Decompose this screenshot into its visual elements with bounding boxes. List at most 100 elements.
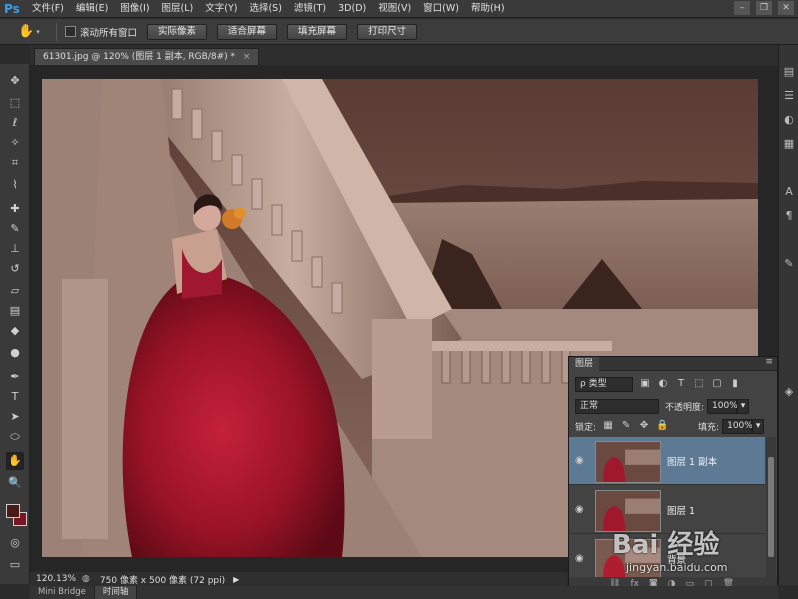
hand-tool-icon[interactable]: ✋ — [6, 452, 24, 470]
filter-kind-select[interactable]: ρ 类型 — [575, 376, 633, 392]
layer-name[interactable]: 背景 — [667, 552, 686, 566]
minimize-button[interactable]: – — [734, 1, 750, 15]
gradient-tool-icon[interactable]: ▤ — [6, 302, 24, 320]
zoom-tool-icon[interactable]: 🔍 — [6, 474, 24, 492]
menu-window[interactable]: 窗口(W) — [417, 0, 465, 18]
layers-panel: 图层 ≡ ρ 类型 ▣ ◐ T ⬚ ▢ ▮ 正常 不透明度: 100% ▾ 锁定… — [568, 356, 778, 590]
clone-stamp-tool-icon[interactable]: ⊥ — [6, 240, 24, 258]
divider — [56, 22, 57, 41]
opacity-slider-button[interactable]: ▾ — [737, 398, 750, 414]
scroll-all-checkbox[interactable] — [65, 26, 76, 37]
pixel-filter-icon[interactable]: ▣ — [639, 378, 651, 390]
fill-input[interactable]: 100% — [722, 418, 753, 434]
document-tab[interactable]: 61301.jpg @ 120% (图层 1 副本, RGB/8#) * × — [34, 48, 260, 65]
tab-timeline[interactable]: 时间轴 — [94, 586, 138, 599]
visibility-eye-icon[interactable]: ◉ — [575, 504, 587, 516]
paragraph-panel-icon[interactable]: ¶ — [782, 209, 796, 223]
status-bar: 120.13% ◍ 750 像素 x 500 像素 (72 ppi) ▶ — [30, 572, 566, 586]
close-tab-icon[interactable]: × — [243, 52, 251, 62]
visibility-eye-icon[interactable]: ◉ — [575, 455, 587, 467]
quick-mask-icon[interactable]: ◎ — [6, 534, 24, 552]
lasso-tool-icon[interactable]: ℓ — [6, 114, 24, 132]
fill-label: 填充: — [698, 422, 720, 433]
layer-row[interactable]: ◉ 背景 — [569, 535, 765, 577]
history-brush-tool-icon[interactable]: ↺ — [6, 260, 24, 278]
screen-mode-icon[interactable]: ▭ — [6, 556, 24, 574]
blur-tool-icon[interactable]: ◆ — [6, 322, 24, 340]
history-panel-icon[interactable]: ▤ — [782, 65, 796, 79]
fill-slider-button[interactable]: ▾ — [752, 418, 765, 434]
layer-thumbnail — [595, 490, 661, 532]
scrollbar-thumb[interactable] — [768, 457, 774, 557]
type-tool-icon[interactable]: T — [6, 388, 24, 406]
options-bar: ✋ ▾ 滚动所有窗口 实际像素 适合屏幕 填充屏幕 打印尺寸 — [0, 19, 798, 45]
character-panel-icon[interactable]: A — [782, 185, 796, 199]
layer-name[interactable]: 图层 1 副本 — [667, 454, 717, 468]
lock-label: 锁定: — [575, 422, 597, 433]
lock-image-icon[interactable]: ✎ — [620, 420, 632, 432]
visibility-eye-icon[interactable]: ◉ — [575, 553, 587, 565]
status-menu-arrow-icon[interactable]: ▶ — [233, 575, 239, 584]
brush-tool-icon[interactable]: ✎ — [6, 220, 24, 238]
layer-name[interactable]: 图层 1 — [667, 503, 695, 517]
document-tab-title: 61301.jpg @ 120% (图层 1 副本, RGB/8#) * — [43, 52, 235, 62]
marquee-tool-icon[interactable]: ⬚ — [6, 94, 24, 112]
healing-brush-tool-icon[interactable]: ✚ — [6, 200, 24, 218]
adjustments-panel-icon[interactable]: ◐ — [782, 113, 796, 127]
filter-toggle-icon[interactable]: ▮ — [729, 378, 741, 390]
menu-3d[interactable]: 3D(D) — [332, 0, 372, 18]
panel-menu-icon[interactable]: ≡ — [765, 357, 773, 367]
menu-edit[interactable]: 编辑(E) — [70, 0, 114, 18]
blend-mode-row: 正常 不透明度: 100% ▾ — [569, 395, 777, 417]
menu-view[interactable]: 视图(V) — [372, 0, 417, 18]
shape-tool-icon[interactable]: ⬭ — [6, 428, 24, 446]
zoom-level[interactable]: 120.13% — [30, 574, 82, 584]
lock-all-icon[interactable]: 🔒 — [656, 420, 668, 432]
bottom-panel-tabs: Mini Bridge 时间轴 — [30, 586, 778, 599]
menu-type[interactable]: 文字(Y) — [199, 0, 243, 18]
menu-image[interactable]: 图像(I) — [114, 0, 155, 18]
type-filter-icon[interactable]: T — [675, 378, 687, 390]
path-select-tool-icon[interactable]: ➤ — [6, 408, 24, 426]
dodge-tool-icon[interactable]: ● — [6, 344, 24, 362]
crop-tool-icon[interactable]: ⌗ — [6, 154, 24, 172]
eraser-tool-icon[interactable]: ▱ — [6, 282, 24, 300]
print-size-button[interactable]: 打印尺寸 — [357, 23, 418, 40]
brush-panel-icon[interactable]: ✎ — [782, 257, 796, 271]
move-tool-icon[interactable]: ✥ — [6, 72, 24, 90]
menu-layer[interactable]: 图层(L) — [156, 0, 200, 18]
layers-scrollbar[interactable] — [766, 437, 776, 577]
restore-button[interactable]: ❐ — [756, 1, 772, 15]
layer-row[interactable]: ◉ 图层 1 — [569, 486, 765, 534]
adjustment-filter-icon[interactable]: ◐ — [657, 378, 669, 390]
fit-screen-button[interactable]: 适合屏幕 — [217, 23, 278, 40]
tool-preset-picker[interactable]: ✋ ▾ — [18, 22, 50, 42]
layer-filter-row: ρ 类型 ▣ ◐ T ⬚ ▢ ▮ — [569, 373, 777, 395]
eyedropper-tool-icon[interactable]: ⌇ — [6, 176, 24, 194]
pen-tool-icon[interactable]: ✒ — [6, 368, 24, 386]
swatches-panel-icon[interactable]: ▦ — [782, 137, 796, 151]
blend-mode-select[interactable]: 正常 — [575, 398, 659, 414]
menu-filter[interactable]: 滤镜(T) — [288, 0, 332, 18]
close-button[interactable]: ✕ — [778, 1, 794, 15]
layers-tab[interactable]: 图层 — [569, 356, 600, 371]
fill-screen-button[interactable]: 填充屏幕 — [287, 23, 348, 40]
menu-file[interactable]: 文件(F) — [26, 0, 70, 18]
quick-select-tool-icon[interactable]: ✧ — [6, 134, 24, 152]
foreground-color-swatch[interactable] — [6, 504, 20, 518]
tab-mini-bridge[interactable]: Mini Bridge — [30, 586, 95, 599]
properties-panel-icon[interactable]: ☰ — [782, 89, 796, 103]
lock-position-icon[interactable]: ✥ — [638, 420, 650, 432]
document-info: 750 像素 x 500 像素 (72 ppi) — [99, 575, 226, 586]
layer-row[interactable]: ◉ 图层 1 副本 — [569, 437, 765, 485]
layers-panel-icon[interactable]: ◈ — [782, 385, 796, 399]
layers-panel-header: 图层 ≡ — [569, 356, 777, 371]
lock-transparency-icon[interactable]: ▦ — [602, 420, 614, 432]
smart-object-filter-icon[interactable]: ▢ — [711, 378, 723, 390]
actual-pixels-button[interactable]: 实际像素 — [147, 23, 208, 40]
menu-select[interactable]: 选择(S) — [243, 0, 287, 18]
window-controls: – ❐ ✕ — [734, 1, 794, 15]
menu-help[interactable]: 帮助(H) — [465, 0, 511, 18]
opacity-input[interactable]: 100% — [707, 398, 738, 414]
shape-filter-icon[interactable]: ⬚ — [693, 378, 705, 390]
